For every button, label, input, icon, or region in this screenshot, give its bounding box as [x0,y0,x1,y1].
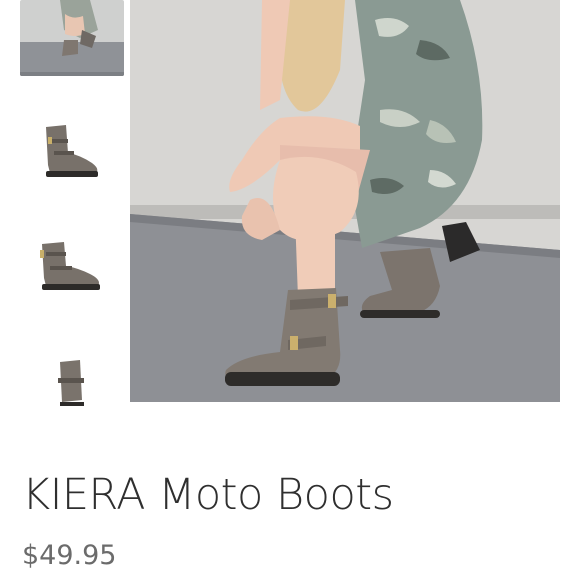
thumbnail-model-photo[interactable] [20,0,124,76]
product-title: KIERA Moto Boots [22,470,394,520]
thumbnail-strip [20,0,124,410]
thumbnail-boot-side[interactable] [20,115,124,191]
thumbnail-boot-angled[interactable] [20,232,124,308]
model-photo-thumbnail-image [20,0,124,76]
boot-side-view-image [20,115,124,191]
main-product-image[interactable] [130,0,560,402]
thumbnail-boot-back[interactable] [20,350,124,406]
boot-angled-view-image [20,232,124,308]
product-price: $49.95 [22,540,117,571]
model-wearing-boots-image [130,0,560,402]
boot-back-view-image [20,350,124,406]
